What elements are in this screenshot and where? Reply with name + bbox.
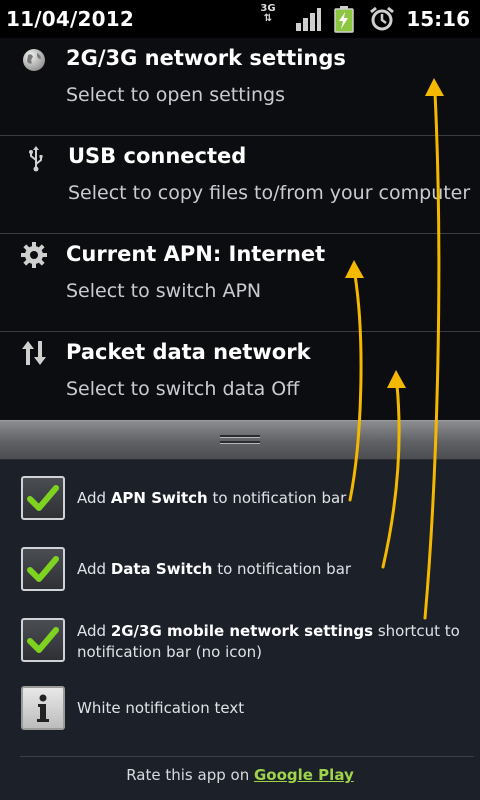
3g-data-icon: 3G ⇅	[256, 4, 280, 24]
checkmark-icon	[27, 556, 59, 582]
network-shortcut-checkbox[interactable]	[21, 618, 65, 662]
status-date: 11/04/2012	[6, 7, 134, 31]
data-arrows-icon	[22, 341, 46, 365]
notification-current-apn[interactable]: Current APN: Internet Select to switch A…	[0, 234, 480, 332]
notification-title: Current APN: Internet	[66, 242, 326, 266]
footer: Rate this app on Google Play	[0, 766, 480, 784]
status-time: 15:16	[406, 7, 470, 31]
google-play-link[interactable]: Google Play	[254, 766, 354, 784]
apn-switch-checkbox[interactable]	[21, 476, 65, 520]
alarm-icon	[370, 6, 394, 31]
notification-subtitle: Select to switch data Off	[66, 378, 300, 400]
battery-charging-icon	[334, 6, 354, 33]
gear-icon	[21, 242, 47, 268]
notification-subtitle: Select to copy files to/from your comput…	[68, 182, 471, 204]
checkmark-icon	[27, 485, 59, 511]
checkmark-icon	[27, 627, 59, 653]
notification-title: USB connected	[68, 144, 247, 168]
footer-text: Rate this app on	[126, 766, 254, 784]
grip-icon	[220, 435, 260, 444]
info-icon[interactable]	[21, 686, 65, 730]
data-switch-checkbox[interactable]	[21, 547, 65, 591]
drawer-handle[interactable]	[0, 420, 480, 460]
notification-title: Packet data network	[66, 340, 311, 364]
notification-subtitle: Select to switch APN	[66, 280, 262, 302]
option-label: Add Data Switch to notification bar	[77, 560, 352, 578]
signal-icon	[296, 8, 321, 31]
notification-packet-data[interactable]: Packet data network Select to switch dat…	[0, 332, 480, 429]
status-bar: 11/04/2012 3G ⇅ 15:16	[0, 0, 480, 38]
option-label: Add 2G/3G mobile network settings shortc…	[77, 622, 460, 661]
notification-drawer: 2G/3G network settings Select to open se…	[0, 38, 480, 420]
usb-icon	[29, 146, 43, 172]
option-label: White notification text	[77, 699, 245, 717]
footer-divider	[20, 756, 474, 757]
notification-usb-connected[interactable]: USB connected Select to copy files to/fr…	[0, 136, 480, 234]
notification-subtitle: Select to open settings	[66, 84, 285, 106]
notification-network-settings[interactable]: 2G/3G network settings Select to open se…	[0, 38, 480, 136]
globe-icon	[23, 49, 45, 71]
option-label: Add APN Switch to notification bar	[77, 489, 347, 507]
data-arrows-small-icon: ⇅	[263, 13, 273, 24]
notification-title: 2G/3G network settings	[66, 46, 346, 70]
